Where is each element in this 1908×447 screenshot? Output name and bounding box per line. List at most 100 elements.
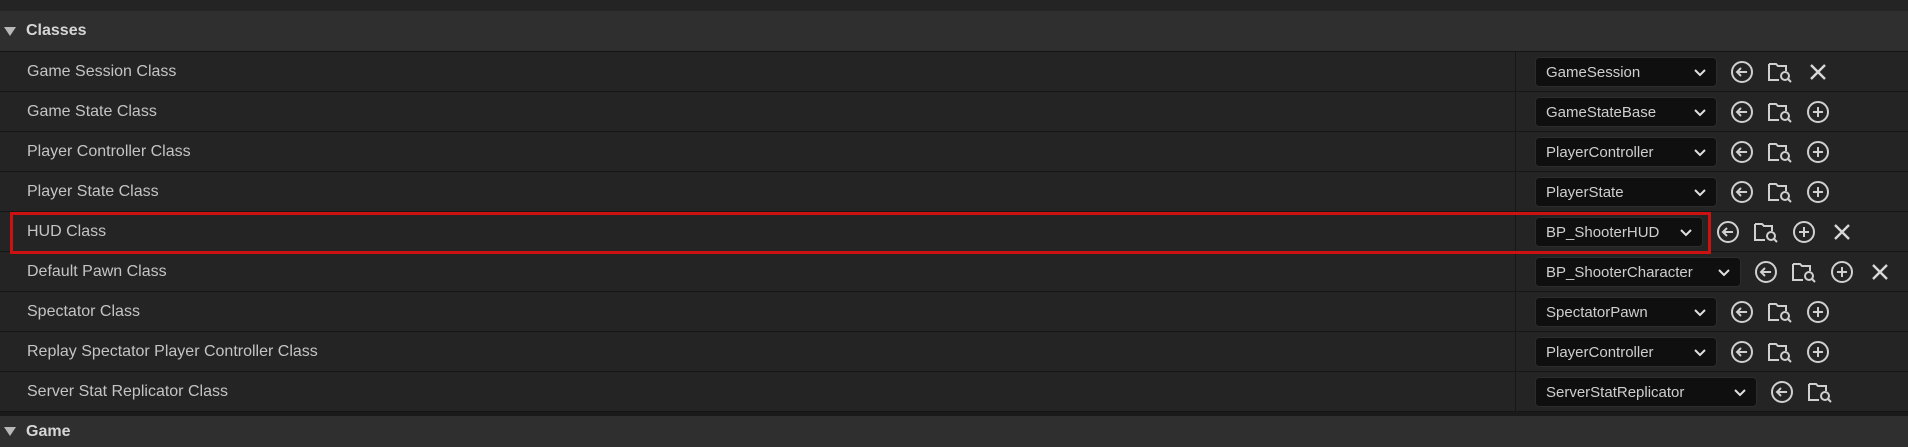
chevron-down-icon [1680,229,1692,237]
create-new-button[interactable] [1805,299,1831,325]
class-picker-value: BP_ShooterCharacter [1546,263,1693,281]
browse-button[interactable] [1767,59,1793,85]
property-value: BP_ShooterCharacter [1535,257,1893,287]
clear-button[interactable] [1867,259,1893,285]
chevron-down-icon [1694,109,1706,117]
column-splitter[interactable] [1515,132,1516,172]
browse-button[interactable] [1767,339,1793,365]
folder-search-icon [1768,63,1792,83]
class-picker-value: BP_ShooterHUD [1546,223,1660,241]
browse-button[interactable] [1767,299,1793,325]
use-selected-button[interactable] [1769,379,1795,405]
property-label: HUD Class [27,223,107,240]
plus-circle-icon [1807,341,1829,363]
column-splitter[interactable] [1515,92,1516,132]
property-row-hud-class: HUD Class BP_ShooterHUD [0,212,1908,252]
plus-circle-icon [1807,301,1829,323]
create-new-button[interactable] [1805,139,1831,165]
property-row-replay-spectator-player-controller-class: Replay Spectator Player Controller Class… [0,332,1908,372]
category-classes-label: Classes [26,22,87,39]
class-picker-combo[interactable]: PlayerController [1535,137,1717,167]
property-label: Server Stat Replicator Class [27,383,228,400]
property-row-game-state-class: Game State Class GameStateBase [0,92,1908,132]
browse-button[interactable] [1753,219,1779,245]
arrow-left-circle-icon [1731,341,1753,363]
arrow-left-circle-icon [1755,261,1777,283]
folder-search-icon [1768,303,1792,323]
browse-button[interactable] [1791,259,1817,285]
use-selected-button[interactable] [1729,59,1755,85]
use-selected-button[interactable] [1729,299,1755,325]
class-picker-combo[interactable]: GameSession [1535,57,1717,87]
arrow-left-circle-icon [1731,101,1753,123]
plus-circle-icon [1807,101,1829,123]
clear-button[interactable] [1829,219,1855,245]
use-selected-button[interactable] [1715,219,1741,245]
class-picker-combo[interactable]: PlayerController [1535,337,1717,367]
property-label: Spectator Class [27,303,140,320]
category-classes[interactable]: Classes [0,11,1908,52]
arrow-left-circle-icon [1731,301,1753,323]
property-label: Replay Spectator Player Controller Class [27,343,318,360]
arrow-left-circle-icon [1731,61,1753,83]
property-value: PlayerState [1535,177,1831,207]
chevron-down-icon [1694,309,1706,317]
use-selected-button[interactable] [1729,139,1755,165]
folder-search-icon [1792,263,1816,283]
triangle-down-icon[interactable] [4,427,16,436]
arrow-left-circle-icon [1731,141,1753,163]
chevron-down-icon [1694,189,1706,197]
use-selected-button[interactable] [1753,259,1779,285]
property-value: GameStateBase [1535,97,1831,127]
property-label: Player Controller Class [27,143,191,160]
property-label: Game Session Class [27,63,177,80]
class-picker-combo[interactable]: PlayerState [1535,177,1717,207]
browse-button[interactable] [1767,99,1793,125]
class-picker-combo[interactable]: BP_ShooterHUD [1535,217,1703,247]
chevron-down-icon [1694,349,1706,357]
column-splitter[interactable] [1515,212,1516,252]
property-value: SpectatorPawn [1535,297,1831,327]
create-new-button[interactable] [1805,99,1831,125]
class-picker-combo[interactable]: GameStateBase [1535,97,1717,127]
clear-button[interactable] [1805,59,1831,85]
property-value: BP_ShooterHUD [1535,217,1855,247]
column-splitter[interactable] [1515,52,1516,92]
column-splitter[interactable] [1515,372,1516,412]
arrow-left-circle-icon [1731,181,1753,203]
column-splitter[interactable] [1515,172,1516,212]
column-splitter[interactable] [1515,332,1516,372]
class-picker-value: PlayerController [1546,143,1654,161]
create-new-button[interactable] [1805,339,1831,365]
browse-button[interactable] [1767,139,1793,165]
folder-search-icon [1768,183,1792,203]
category-game[interactable]: Game [0,416,1908,447]
property-row-server-stat-replicator-class: Server Stat Replicator Class ServerStatR… [0,372,1908,412]
chevron-down-icon [1734,389,1746,397]
class-picker-value: PlayerController [1546,343,1654,361]
property-label: Player State Class [27,183,159,200]
create-new-button[interactable] [1829,259,1855,285]
property-value: GameSession [1535,57,1831,87]
property-row-game-session-class: Game Session Class GameSession [0,52,1908,92]
class-picker-combo[interactable]: ServerStatReplicator [1535,377,1757,407]
class-picker-combo[interactable]: BP_ShooterCharacter [1535,257,1741,287]
chevron-down-icon [1694,149,1706,157]
plus-circle-icon [1807,141,1829,163]
triangle-down-icon[interactable] [4,26,16,36]
property-row-player-state-class: Player State Class PlayerState [0,172,1908,212]
plus-circle-icon [1807,181,1829,203]
browse-button[interactable] [1807,379,1833,405]
use-selected-button[interactable] [1729,99,1755,125]
property-row-default-pawn-class: Default Pawn Class BP_ShooterCharacter [0,252,1908,292]
create-new-button[interactable] [1805,179,1831,205]
column-splitter[interactable] [1515,252,1516,292]
close-icon [1872,264,1888,280]
property-row-player-controller-class: Player Controller Class PlayerController [0,132,1908,172]
browse-button[interactable] [1767,179,1793,205]
create-new-button[interactable] [1791,219,1817,245]
class-picker-combo[interactable]: SpectatorPawn [1535,297,1717,327]
use-selected-button[interactable] [1729,339,1755,365]
use-selected-button[interactable] [1729,179,1755,205]
column-splitter[interactable] [1515,292,1516,332]
